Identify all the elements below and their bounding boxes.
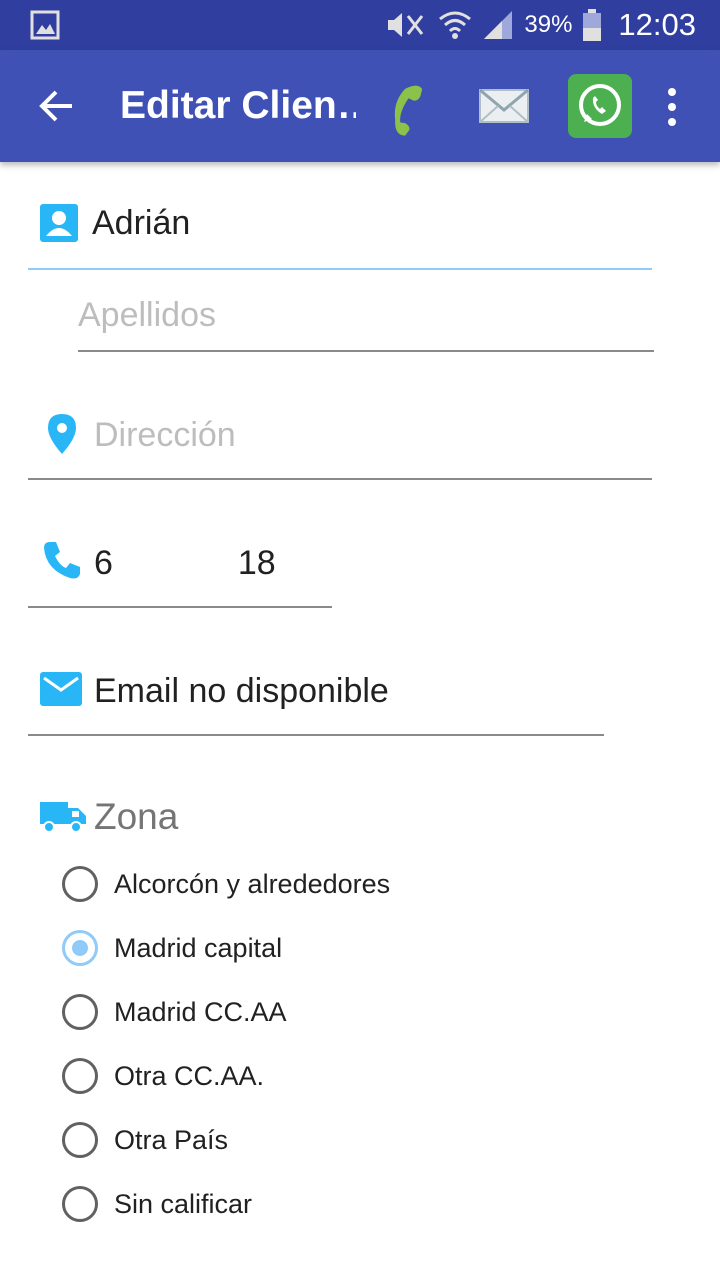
whatsapp-button[interactable] <box>568 74 632 138</box>
last-name-field[interactable]: Apellidos <box>78 296 216 335</box>
phone-field-icon <box>44 542 80 579</box>
phone-underline <box>28 606 332 608</box>
zone-option-label: Madrid capital <box>114 932 283 963</box>
more-vert-icon[interactable] <box>660 86 684 128</box>
app-bar: Editar Clien… <box>0 50 720 162</box>
zone-option-label: Otra CC.AA. <box>114 1060 265 1091</box>
zone-option-label: Sin calificar <box>114 1188 253 1219</box>
radio-button[interactable] <box>62 1122 98 1158</box>
zone-option[interactable]: Alcorcón y alrededores <box>62 861 390 907</box>
radio-button[interactable] <box>62 866 98 902</box>
address-underline <box>28 478 652 480</box>
email-field[interactable]: Email no disponible <box>94 672 389 711</box>
phone-prefix: 6 <box>94 544 113 582</box>
page-title: Editar Clien… <box>120 84 356 127</box>
mute-icon <box>388 13 424 37</box>
wifi-icon <box>439 11 472 39</box>
zone-option[interactable]: Otra CC.AA. <box>62 1053 264 1099</box>
phone-icon[interactable] <box>382 80 440 136</box>
truck-icon <box>40 802 86 833</box>
battery-percent: 39% <box>524 11 573 38</box>
location-pin-icon <box>48 414 76 454</box>
phone-suffix: 18 <box>237 544 276 582</box>
zone-label: Zona <box>94 796 179 837</box>
zone-option-label: Otra País <box>114 1124 229 1155</box>
clock: 12:03 <box>618 7 696 42</box>
radio-button[interactable] <box>62 994 98 1030</box>
back-arrow-icon[interactable] <box>36 88 76 124</box>
zone-option-label: Madrid CC.AA <box>114 996 287 1027</box>
radio-button[interactable] <box>62 1058 98 1094</box>
email-field-icon <box>40 672 82 706</box>
zone-option[interactable]: Madrid capital <box>62 925 282 971</box>
first-name-field[interactable]: Adrián <box>92 204 190 243</box>
mail-icon[interactable] <box>478 86 530 126</box>
radio-button-checked[interactable] <box>62 930 98 966</box>
contact-icon <box>40 204 78 242</box>
battery-icon <box>583 9 602 41</box>
phone-field[interactable]: 6 18 <box>94 544 276 583</box>
signal-icon <box>484 11 513 39</box>
email-underline <box>28 734 604 736</box>
whatsapp-icon <box>579 84 621 126</box>
zone-option[interactable]: Sin calificar <box>62 1181 252 1227</box>
address-field[interactable]: Dirección <box>94 416 236 455</box>
zone-option[interactable]: Otra País <box>62 1117 228 1163</box>
first-name-underline <box>28 268 652 270</box>
zone-option-label: Alcorcón y alrededores <box>114 868 391 899</box>
zone-option[interactable]: Madrid CC.AA <box>62 989 287 1035</box>
gallery-notification-icon <box>30 10 60 40</box>
radio-button[interactable] <box>62 1186 98 1222</box>
status-bar: 39% 12:03 <box>0 0 720 50</box>
last-name-underline <box>78 350 654 352</box>
